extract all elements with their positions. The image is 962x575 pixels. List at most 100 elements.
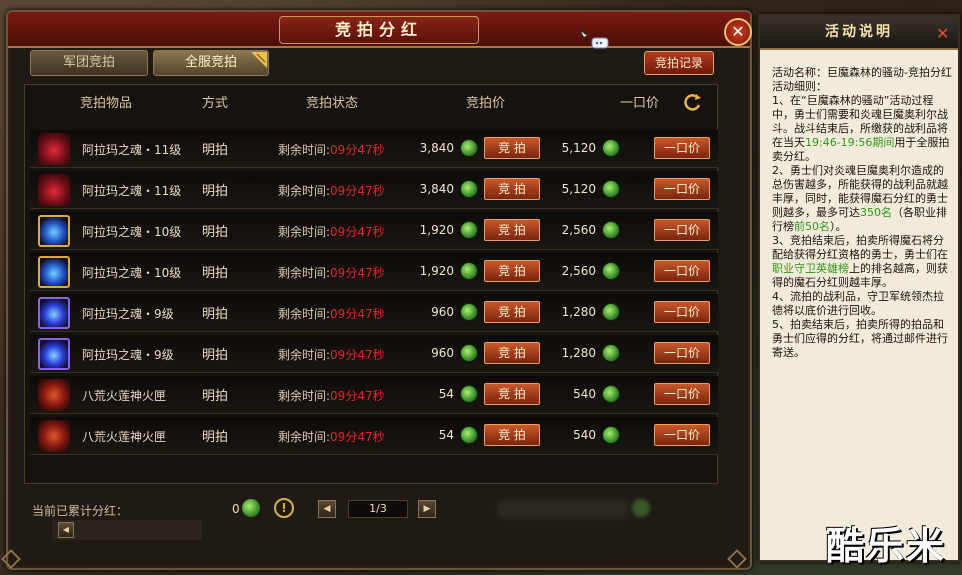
table-row: 阿拉玛之魂・9级 明拍 剩余时间:09分47秒 960 竞 拍 1,280 一口价 — [30, 294, 718, 332]
buyout-button[interactable]: 一口价 — [654, 301, 710, 323]
purple-soul-icon[interactable] — [38, 338, 70, 370]
table-row: 阿拉玛之魂・10级 明拍 剩余时间:09分47秒 1,920 竞 拍 2,560 一口价 — [30, 253, 718, 291]
buyout-button[interactable]: 一口价 — [654, 342, 710, 364]
remaining-time-label: 剩余时间: — [278, 348, 331, 362]
info-warning-icon[interactable]: ! — [274, 498, 294, 518]
bid-button[interactable]: 竞 拍 — [484, 301, 540, 323]
tab-server-auction[interactable]: 全服竞拍 — [153, 50, 269, 76]
bid-price: 3,840 — [419, 182, 454, 196]
close-button[interactable]: ✕ — [724, 18, 752, 46]
fire-box-icon[interactable] — [38, 420, 70, 452]
item-name: 阿拉玛之魂・10级 — [82, 225, 182, 239]
buyout-price: 1,280 — [561, 346, 596, 360]
remaining-time-value: 09分47秒 — [330, 389, 385, 403]
bid-button[interactable]: 竞 拍 — [484, 424, 540, 446]
page-indicator: 1/3 — [348, 500, 408, 518]
buyout-button[interactable]: 一口价 — [654, 424, 710, 446]
item-name: 阿拉玛之魂・11级 — [82, 184, 182, 198]
bid-button[interactable]: 竞 拍 — [484, 342, 540, 364]
red-soul-icon[interactable] — [38, 174, 70, 206]
magic-stone-coin-icon — [602, 221, 620, 239]
header-item: 竞拍物品 — [80, 96, 133, 111]
bid-price: 1,920 — [419, 223, 454, 237]
magic-stone-coin-icon — [602, 303, 620, 321]
fire-box-icon[interactable] — [38, 379, 70, 411]
bid-price: 3,840 — [419, 141, 454, 155]
rule-2-top-highlight: 前50名 — [794, 220, 830, 233]
rule-3: 3、竞拍结束后，拍卖所得魔石将分配给获得分红资格的勇士，勇士们在职业守卫英雄榜上… — [772, 234, 954, 290]
bid-price: 1,920 — [419, 264, 454, 278]
item-name: 阿拉玛之魂・9级 — [82, 307, 174, 321]
auction-mode: 明拍 — [202, 225, 229, 240]
magic-stone-coin-icon — [460, 180, 478, 198]
table-row: 阿拉玛之魂・11级 明拍 剩余时间:09分47秒 3,840 竞 拍 5,120 一口价 — [30, 130, 718, 168]
rule-3-board-highlight: 职业守卫英雄榜 — [772, 262, 849, 275]
buyout-button[interactable]: 一口价 — [654, 260, 710, 282]
buyout-button[interactable]: 一口价 — [654, 137, 710, 159]
red-soul-icon[interactable] — [38, 133, 70, 165]
magic-stone-coin-icon — [460, 344, 478, 362]
tab-legion-auction[interactable]: 军团竞拍 — [30, 50, 148, 76]
magic-stone-coin-icon — [460, 303, 478, 321]
watermark-logo: 酷乐米 — [826, 524, 947, 568]
prev-page-button[interactable]: ◀ — [318, 500, 336, 518]
item-name: 八荒火莲神火匣 — [82, 389, 167, 403]
item-name: 阿拉玛之魂・9级 — [82, 348, 174, 362]
bid-button[interactable]: 竞 拍 — [484, 178, 540, 200]
side-panel-title: 活动说明 — [760, 16, 958, 50]
remaining-time-label: 剩余时间: — [278, 266, 331, 280]
purple-soul-icon[interactable] — [38, 297, 70, 329]
activity-name-line: 活动名称：巨魔森林的骚动-竞拍分红 — [772, 66, 952, 79]
auction-mode: 明拍 — [202, 307, 229, 322]
remaining-time-label: 剩余时间: — [278, 184, 331, 198]
bid-button[interactable]: 竞 拍 — [484, 383, 540, 405]
magic-stone-coin-icon — [460, 262, 478, 280]
table-row: 八荒火莲神火匣 明拍 剩余时间:09分47秒 54 竞 拍 540 一口价 — [30, 417, 718, 455]
remaining-time-value: 09分47秒 — [330, 348, 385, 362]
auction-mode: 明拍 — [202, 348, 229, 363]
bid-price: 960 — [431, 305, 454, 319]
title-bar: 竞拍分红 — [8, 12, 750, 48]
cursor-chat-icon — [579, 29, 609, 49]
magic-stone-coin-icon — [602, 385, 620, 403]
accumulated-dividend-label: 当前已累计分红： — [32, 504, 129, 518]
bid-price: 54 — [438, 387, 454, 401]
auction-record-button[interactable]: 竞拍记录 — [644, 51, 714, 75]
header-bid-price: 竞拍价 — [466, 96, 506, 111]
table-row: 阿拉玛之魂・9级 明拍 剩余时间:09分47秒 960 竞 拍 1,280 一口价 — [30, 335, 718, 373]
rule-1-time-highlight: 19:46-19:56期间 — [805, 136, 895, 149]
magic-stone-coin-icon — [242, 499, 260, 517]
remaining-time: 剩余时间:09分47秒 — [278, 387, 385, 404]
magic-stone-coin-icon — [602, 139, 620, 157]
side-prev-button[interactable]: ◀ — [58, 522, 74, 538]
bid-button[interactable]: 竞 拍 — [484, 219, 540, 241]
header-status: 竞拍状态 — [306, 96, 359, 111]
auction-mode: 明拍 — [202, 143, 229, 158]
refresh-icon[interactable] — [683, 92, 703, 112]
rule-5: 5、拍卖结束后，拍卖所得的拍品和勇士们应得的分红，将通过邮件进行寄送。 — [772, 318, 948, 359]
activity-info-panel: 活动说明 ✕ 活动名称：巨魔森林的骚动-竞拍分红 活动细则： 1、在“巨魔森林的… — [758, 14, 960, 562]
item-name: 阿拉玛之魂・11级 — [82, 143, 182, 157]
buyout-button[interactable]: 一口价 — [654, 219, 710, 241]
rule-1: 1、在“巨魔森林的骚动”活动过程中，勇士们需要和炎魂巨魔奥利尔战斗。战斗结束后，… — [772, 94, 954, 164]
side-close-button[interactable]: ✕ — [936, 24, 949, 43]
buyout-button[interactable]: 一口价 — [654, 383, 710, 405]
remaining-time: 剩余时间:09分47秒 — [278, 305, 385, 322]
buyout-price: 2,560 — [561, 223, 596, 237]
bid-button[interactable]: 竞 拍 — [484, 260, 540, 282]
remaining-time-value: 09分47秒 — [330, 184, 385, 198]
next-page-button[interactable]: ▶ — [418, 500, 436, 518]
magic-stone-coin-icon — [460, 139, 478, 157]
activity-rules-heading: 活动细则： — [772, 80, 827, 93]
gold-soul-icon[interactable] — [38, 256, 70, 288]
corner-flag-icon — [251, 52, 267, 68]
buyout-button[interactable]: 一口价 — [654, 178, 710, 200]
gold-soul-icon[interactable] — [38, 215, 70, 247]
bid-button[interactable]: 竞 拍 — [484, 137, 540, 159]
remaining-time-value: 09分47秒 — [330, 266, 385, 280]
remaining-time: 剩余时间:09分47秒 — [278, 428, 385, 445]
table-row: 阿拉玛之魂・10级 明拍 剩余时间:09分47秒 1,920 竞 拍 2,560 一口价 — [30, 212, 718, 250]
buyout-price: 540 — [573, 428, 596, 442]
auction-mode: 明拍 — [202, 430, 229, 445]
tab-server-auction-label: 全服竞拍 — [184, 55, 237, 70]
